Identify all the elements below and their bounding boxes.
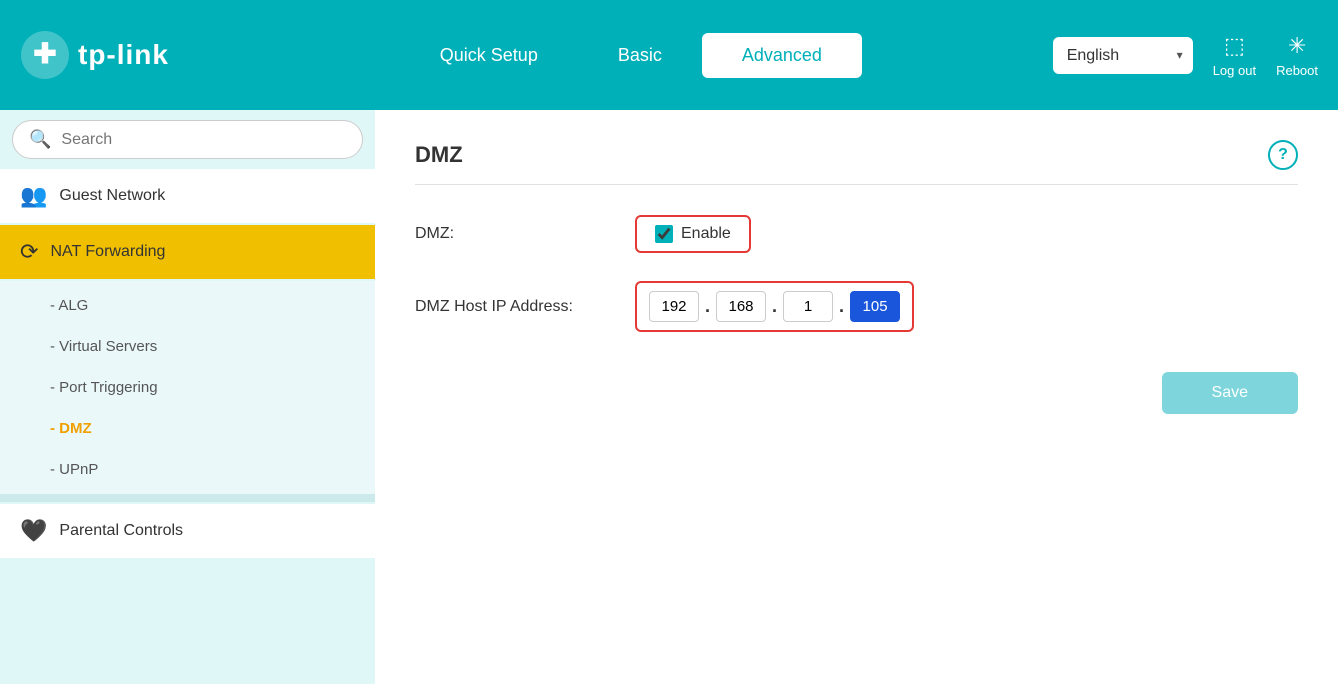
content-title-row: DMZ ? <box>415 140 1298 185</box>
ip-dot-1: . <box>705 296 710 317</box>
sidebar-item-label: Parental Controls <box>59 522 183 540</box>
dmz-ip-row: DMZ Host IP Address: . . . <box>415 281 1298 332</box>
nav-tabs: Quick Setup Basic Advanced <box>209 33 1053 78</box>
logo-area: ✚ tp-link <box>20 30 169 80</box>
sidebar-item-nat-forwarding[interactable]: ⟳ NAT Forwarding <box>0 225 375 279</box>
sidebar-sub-item-virtual-servers[interactable]: - Virtual Servers <box>0 326 375 367</box>
ip-dot-2: . <box>772 296 777 317</box>
sidebar-sub-item-alg[interactable]: - ALG <box>0 285 375 326</box>
tab-quick-setup[interactable]: Quick Setup <box>400 33 578 78</box>
dmz-enable-checkbox[interactable] <box>655 225 673 243</box>
main-layout: 🔍 👥 Guest Network ⟳ NAT Forwarding - ALG… <box>0 110 1338 684</box>
search-input[interactable] <box>61 131 346 149</box>
ip-octet-3[interactable] <box>783 291 833 322</box>
svg-text:✚: ✚ <box>33 38 56 69</box>
logout-button[interactable]: ⬚ Log out <box>1213 33 1256 78</box>
enable-wrap: Enable <box>635 215 751 253</box>
logout-icon: ⬚ <box>1224 33 1245 59</box>
sidebar-sub-item-dmz[interactable]: - DMZ <box>0 408 375 449</box>
sidebar-item-label: NAT Forwarding <box>50 243 165 261</box>
help-icon[interactable]: ? <box>1268 140 1298 170</box>
dmz-ip-label: DMZ Host IP Address: <box>415 298 615 316</box>
sidebar-item-label: Guest Network <box>59 187 165 205</box>
sidebar-sub-item-port-triggering[interactable]: - Port Triggering <box>0 367 375 408</box>
save-btn-wrap: Save <box>415 372 1298 414</box>
ip-octet-4[interactable] <box>850 291 900 322</box>
content-area: DMZ ? DMZ: Enable DMZ Host IP Address: .… <box>375 110 1338 684</box>
header: ✚ tp-link Quick Setup Basic Advanced Eng… <box>0 0 1338 110</box>
ip-address-wrap: . . . <box>635 281 914 332</box>
reboot-icon: ✳ <box>1288 33 1306 59</box>
tab-basic[interactable]: Basic <box>578 33 702 78</box>
ip-dot-3: . <box>839 296 844 317</box>
dmz-enable-row: DMZ: Enable <box>415 215 1298 253</box>
search-icon: 🔍 <box>29 129 51 150</box>
ip-octet-2[interactable] <box>716 291 766 322</box>
sidebar-gap <box>0 494 375 502</box>
language-selector-wrap: English ▾ <box>1053 37 1193 74</box>
logo-text: tp-link <box>78 39 169 71</box>
page-title: DMZ <box>415 142 463 168</box>
language-select[interactable]: English <box>1053 37 1193 74</box>
sidebar-item-guest-network[interactable]: 👥 Guest Network <box>0 169 375 223</box>
sidebar: 🔍 👥 Guest Network ⟳ NAT Forwarding - ALG… <box>0 110 375 684</box>
tab-advanced[interactable]: Advanced <box>702 33 862 78</box>
reboot-button[interactable]: ✳ Reboot <box>1276 33 1318 78</box>
dmz-label: DMZ: <box>415 225 615 243</box>
logo-icon: ✚ <box>20 30 70 80</box>
sidebar-sub-item-upnp[interactable]: - UPnP <box>0 449 375 490</box>
nat-forwarding-icon: ⟳ <box>20 239 38 265</box>
sidebar-item-parental-controls[interactable]: 🖤 Parental Controls <box>0 504 375 558</box>
guest-network-icon: 👥 <box>20 183 47 209</box>
ip-octet-1[interactable] <box>649 291 699 322</box>
search-bar: 🔍 <box>12 120 363 159</box>
nat-forwarding-sub-items: - ALG - Virtual Servers - Port Triggerin… <box>0 281 375 494</box>
header-right: English ▾ ⬚ Log out ✳ Reboot <box>1053 33 1318 78</box>
parental-controls-icon: 🖤 <box>20 518 47 544</box>
save-button[interactable]: Save <box>1162 372 1298 414</box>
enable-label: Enable <box>681 225 731 243</box>
